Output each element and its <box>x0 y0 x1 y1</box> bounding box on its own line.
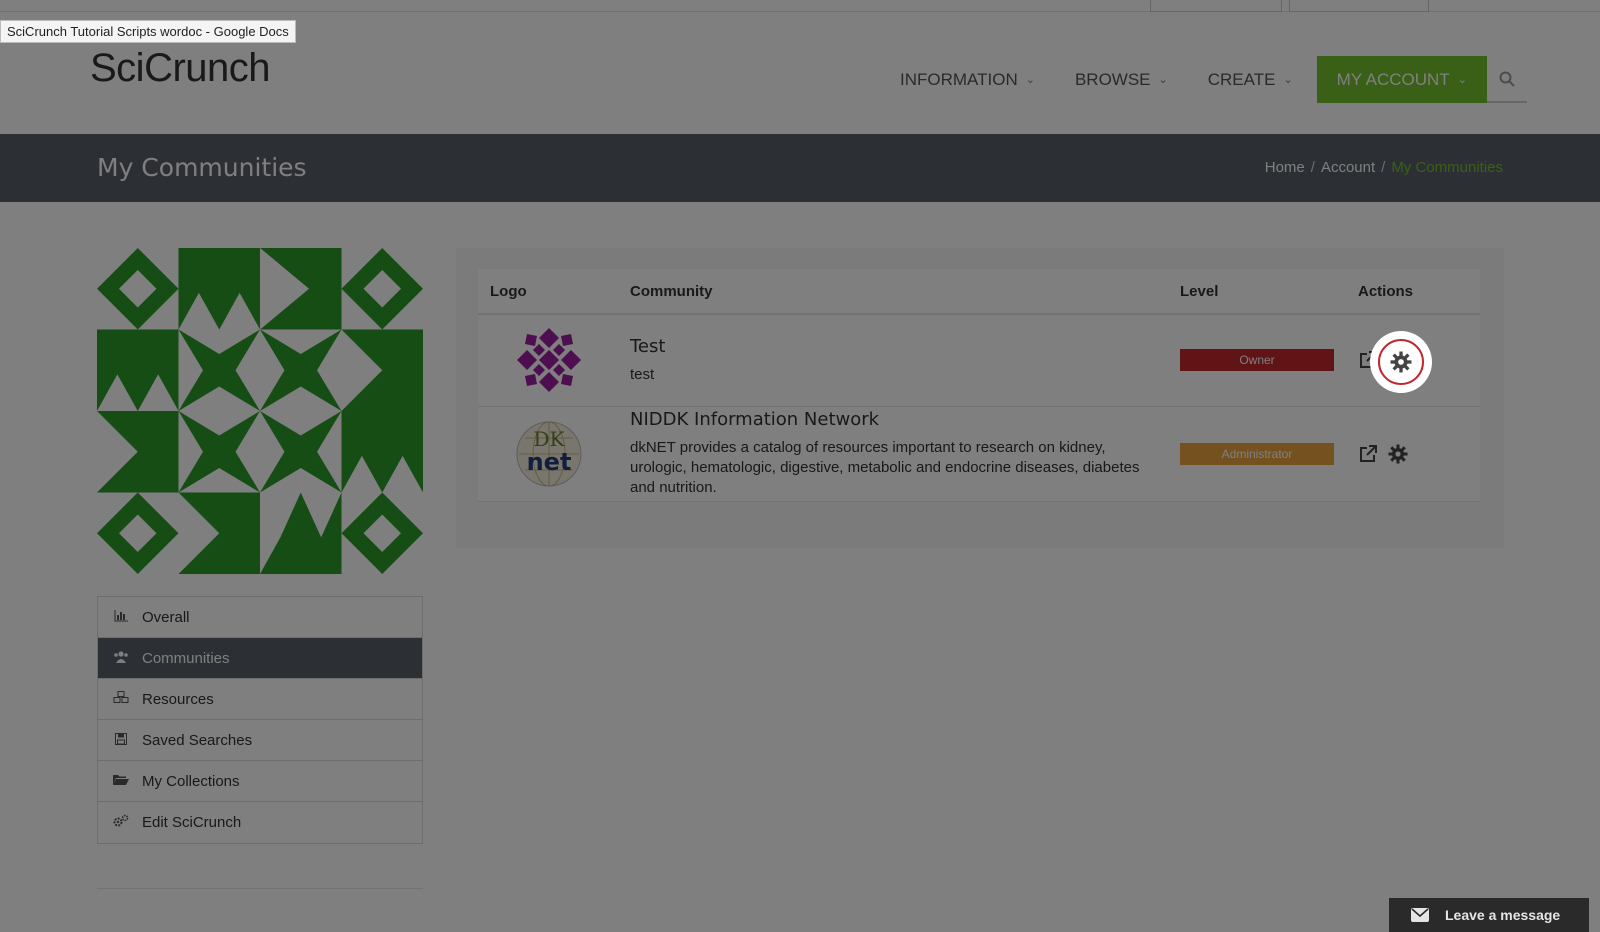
footer-divider <box>97 888 423 889</box>
sidebar-item-edit-scicrunch[interactable]: Edit SciCrunch <box>98 802 422 843</box>
gear-icon[interactable] <box>1388 444 1408 464</box>
sidebar-item-my-collections[interactable]: My Collections <box>98 761 422 802</box>
breadcrumb-current: My Communities <box>1391 159 1503 176</box>
table-row: DK net NIDDK Information Network dkNET p… <box>478 406 1480 502</box>
top-strip-field[interactable] <box>1289 0 1429 12</box>
sidebar-item-label: My Collections <box>142 772 240 790</box>
level-badge: Administrator <box>1180 442 1334 465</box>
top-strip <box>0 0 1600 12</box>
dknet-logo-bottom: net <box>527 448 572 476</box>
user-avatar <box>97 248 423 574</box>
chevron-down-icon: ⌄ <box>1025 74 1035 86</box>
gear-icon <box>1390 351 1412 373</box>
column-header-logo: Logo <box>478 269 618 315</box>
account-sidebar: Overall Communities Resources Saved Sear… <box>97 596 423 844</box>
chevron-down-icon: ⌄ <box>1283 74 1293 86</box>
chevron-down-icon: ⌄ <box>1457 74 1467 86</box>
community-description: test <box>630 365 655 383</box>
sidebar-item-label: Edit SciCrunch <box>142 814 242 831</box>
nav-create[interactable]: CREATE ⌄ <box>1188 56 1313 103</box>
bar-chart-icon <box>112 609 130 625</box>
nav-browse[interactable]: BROWSE ⌄ <box>1055 56 1188 103</box>
chat-label: Leave a message <box>1445 907 1561 923</box>
sidebar-item-label: Overall <box>142 608 190 626</box>
level-badge: Owner <box>1180 349 1334 372</box>
search-icon <box>1499 71 1515 87</box>
community-name[interactable]: NIDDK Information Network <box>630 409 1156 430</box>
envelope-icon <box>1411 908 1429 922</box>
main-nav: INFORMATION ⌄ BROWSE ⌄ CREATE ⌄ MY ACCOU… <box>880 56 1527 103</box>
breadcrumb-home[interactable]: Home <box>1265 159 1305 176</box>
nav-information[interactable]: INFORMATION ⌄ <box>880 56 1055 103</box>
community-logo <box>515 326 583 395</box>
breadcrumb-account[interactable]: Account <box>1321 159 1375 176</box>
column-header-actions: Actions <box>1346 269 1480 315</box>
nav-create-label: CREATE <box>1207 69 1276 89</box>
nav-my-account-label: MY ACCOUNT <box>1336 69 1450 89</box>
sidebar-item-saved-searches[interactable]: Saved Searches <box>98 720 422 761</box>
sidebar-item-overall[interactable]: Overall <box>98 597 422 638</box>
highlight-ring <box>1378 339 1424 385</box>
browser-tooltip: SciCrunch Tutorial Scripts wordoc - Goog… <box>0 20 296 43</box>
community-description: dkNET provides a catalog of resources im… <box>630 439 1140 496</box>
chevron-down-icon: ⌄ <box>1158 74 1168 86</box>
nav-my-account[interactable]: MY ACCOUNT ⌄ <box>1316 56 1487 103</box>
nav-information-label: INFORMATION <box>900 69 1018 89</box>
communities-panel: Logo Community Level Actions Test test O… <box>456 248 1504 548</box>
site-logo[interactable]: SciCrunch <box>90 46 271 91</box>
breadcrumb-separator: / <box>1310 159 1315 176</box>
cubes-icon <box>112 691 130 707</box>
nav-browse-label: BROWSE <box>1074 69 1151 89</box>
page-title: My Communities <box>97 153 307 182</box>
chat-widget[interactable]: Leave a message <box>1389 898 1589 932</box>
save-icon <box>112 732 130 748</box>
highlighted-settings-button[interactable] <box>1370 331 1432 393</box>
sidebar-item-label: Communities <box>142 649 230 667</box>
community-logo: DK net <box>515 420 583 488</box>
top-strip-field[interactable] <box>1150 0 1282 12</box>
users-icon <box>112 650 130 666</box>
sidebar-item-label: Saved Searches <box>142 731 253 749</box>
communities-table: Logo Community Level Actions Test test O… <box>478 269 1480 502</box>
folder-open-icon <box>112 774 130 789</box>
title-bar: My Communities Home / Account / My Commu… <box>0 134 1600 202</box>
search-button[interactable] <box>1486 56 1527 103</box>
sidebar-item-communities[interactable]: Communities <box>98 638 422 679</box>
table-row: Test test Owner <box>478 314 1480 407</box>
external-link-icon[interactable] <box>1358 444 1378 464</box>
cogs-icon <box>112 814 130 831</box>
sidebar-item-label: Resources <box>142 690 214 708</box>
row-actions <box>1358 444 1468 464</box>
breadcrumb-separator: / <box>1381 159 1386 176</box>
sidebar-item-resources[interactable]: Resources <box>98 679 422 720</box>
table-header-row: Logo Community Level Actions <box>478 269 1480 315</box>
breadcrumb: Home / Account / My Communities <box>1265 159 1503 176</box>
column-header-community: Community <box>618 269 1168 315</box>
community-name[interactable]: Test <box>630 336 1156 357</box>
column-header-level: Level <box>1168 269 1346 315</box>
